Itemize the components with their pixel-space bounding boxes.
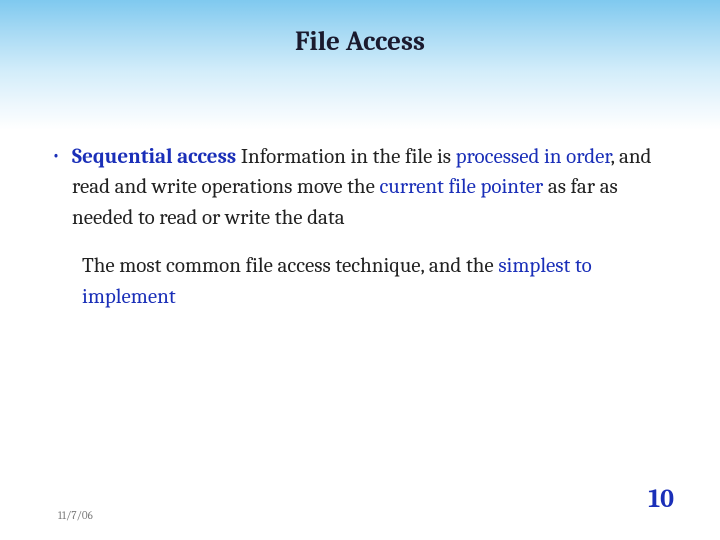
page-number: 10 xyxy=(648,484,674,514)
text-seg: The most common file access technique, a… xyxy=(82,254,498,278)
text-seg: Information in the file is xyxy=(236,145,455,169)
paragraph: The most common file access technique, a… xyxy=(82,251,672,312)
footer-date: 11/7/06 xyxy=(58,509,93,522)
header-gradient xyxy=(0,0,720,130)
highlight: current file pointer xyxy=(379,175,543,199)
slide-content: • Sequential access Information in the f… xyxy=(52,142,672,312)
term: Sequential access xyxy=(72,145,236,169)
bullet-item: • Sequential access Information in the f… xyxy=(52,142,672,233)
bullet-icon: • xyxy=(52,142,60,171)
bullet-text: Sequential access Information in the fil… xyxy=(72,142,672,233)
slide-title: File Access xyxy=(0,26,720,57)
highlight: processed in order xyxy=(456,145,611,169)
